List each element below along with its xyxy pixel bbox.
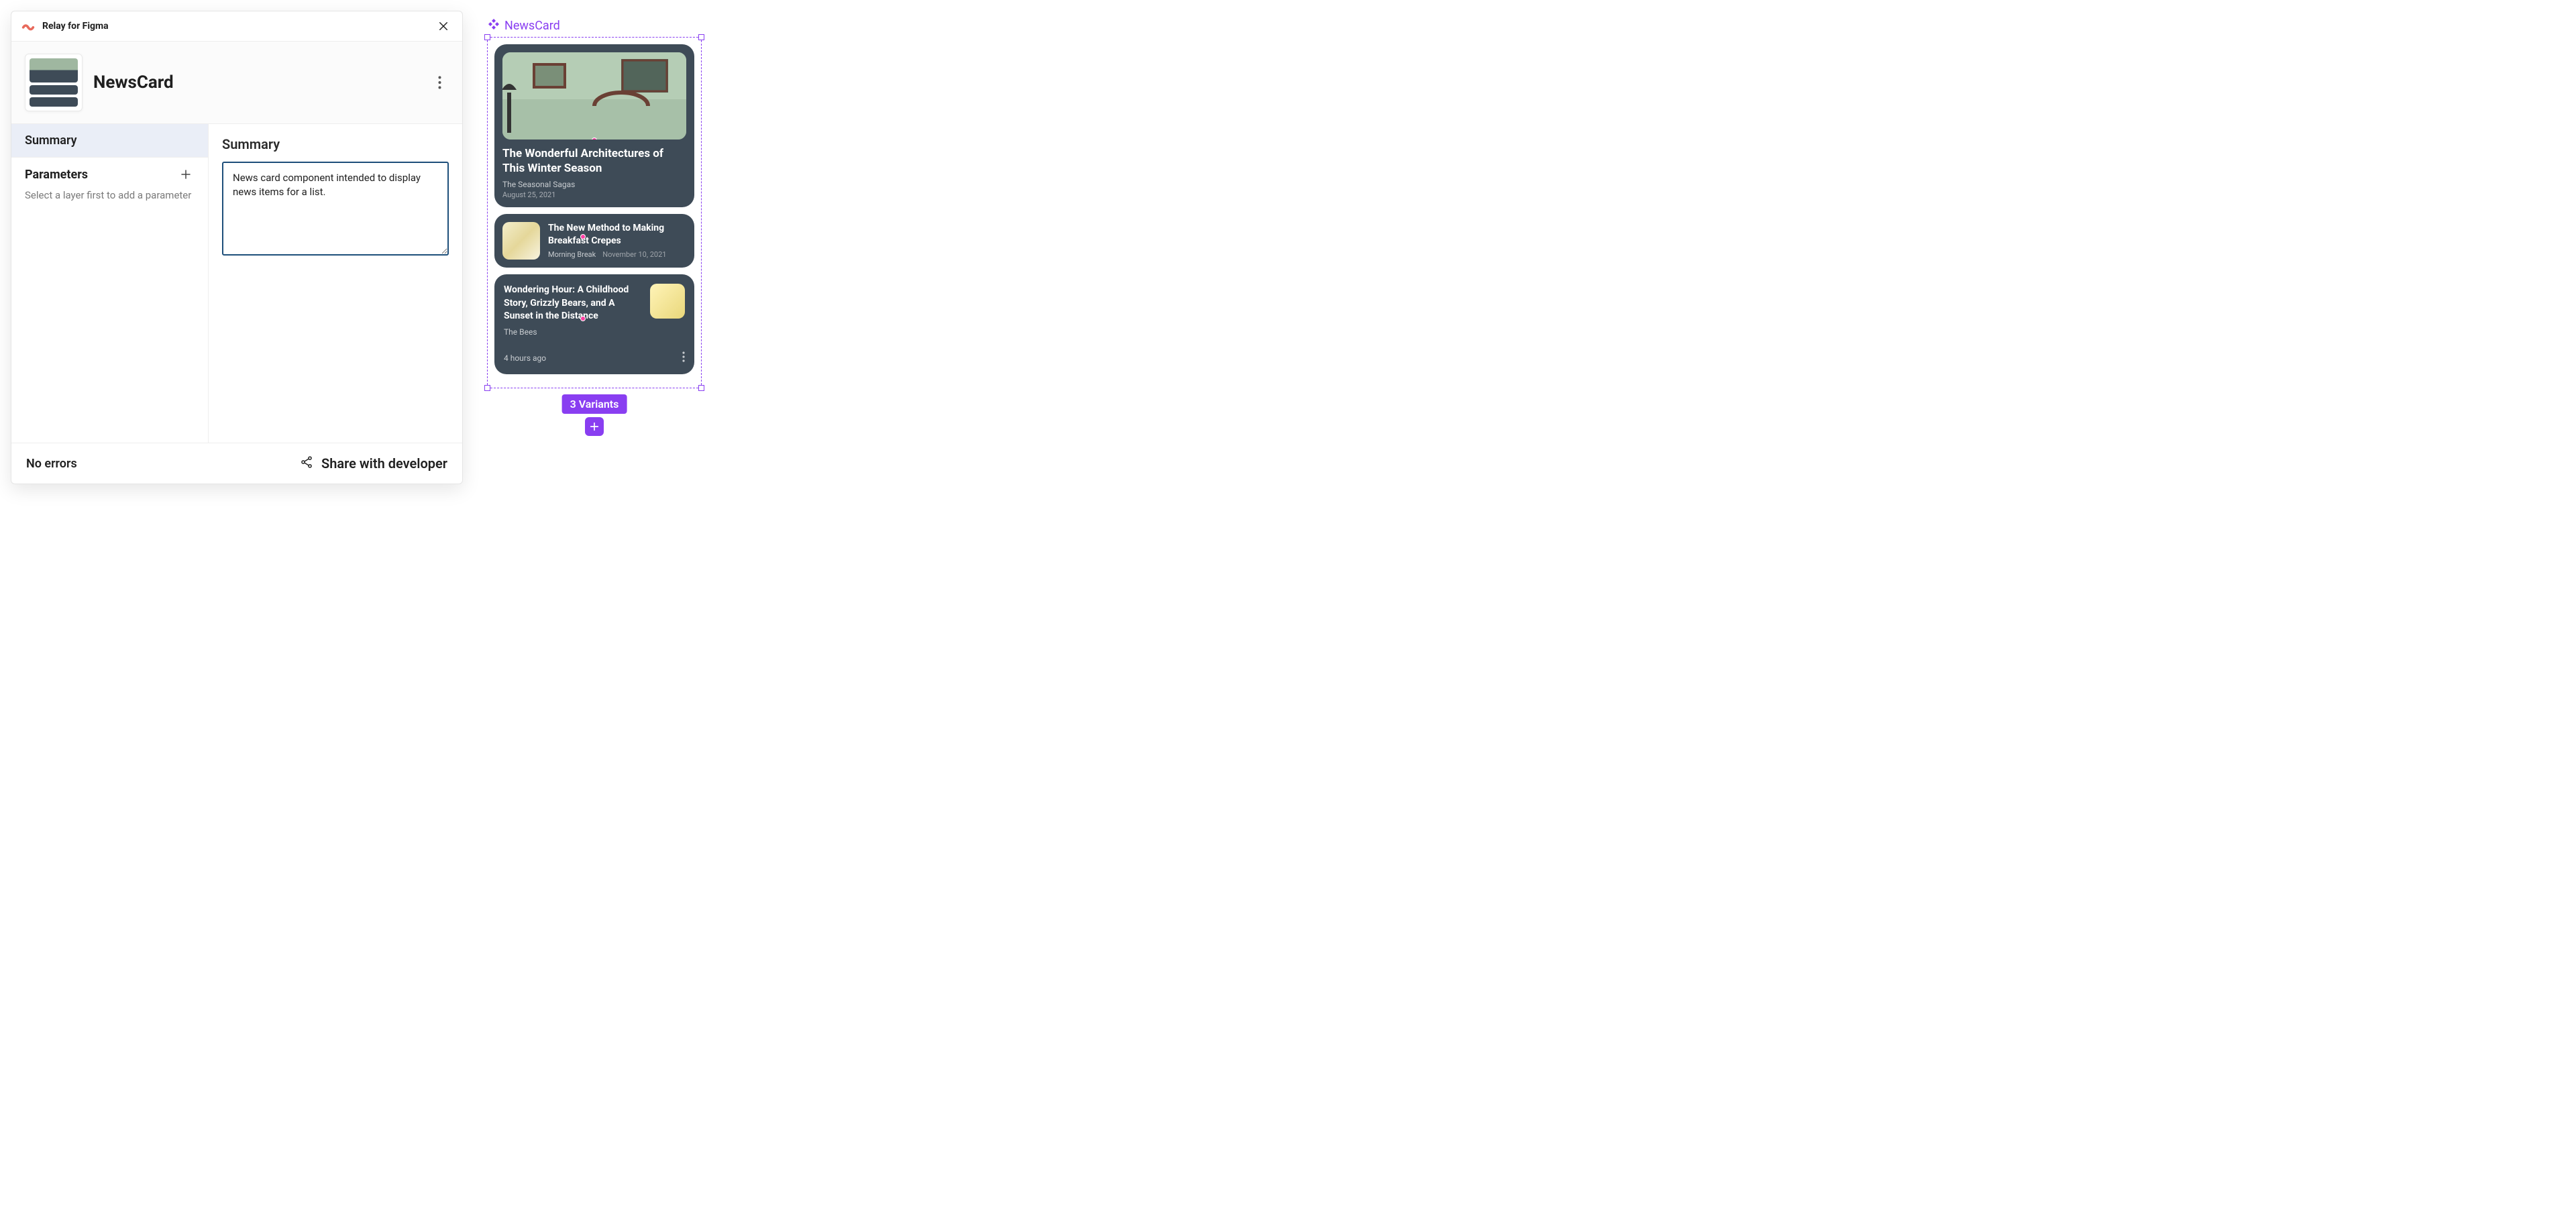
card-date: November 10, 2021 (602, 250, 666, 259)
card-title: Wondering Hour: A Childhood Story, Grizz… (504, 284, 642, 323)
plugin-header: Relay for Figma (11, 11, 462, 42)
resize-handle-tr[interactable] (698, 34, 704, 40)
component-bar: NewsCard (11, 42, 462, 124)
share-icon (300, 455, 313, 471)
component-icon (488, 19, 499, 33)
plugin-panel: Relay for Figma NewsCard Summary Paramet… (11, 11, 463, 484)
component-name: NewsCard (93, 72, 419, 93)
variants-badge: 3 Variants (562, 394, 627, 414)
resize-handle-bl[interactable] (484, 385, 490, 391)
summary-input[interactable] (222, 162, 449, 256)
add-variant-button[interactable] (585, 417, 604, 436)
compact-thumbnail (502, 222, 540, 260)
add-parameter-button[interactable] (177, 166, 195, 183)
tab-summary[interactable]: Summary (11, 124, 208, 158)
status-text: No errors (26, 457, 77, 471)
sidebar: Summary Parameters Select a layer first … (11, 124, 209, 443)
plugin-brand: Relay for Figma (21, 19, 109, 34)
news-card-hero[interactable]: The Wonderful Architectures of This Wint… (494, 44, 694, 207)
variant-marker (592, 137, 597, 140)
canvas-area: NewsCard The Wonderful Arch (487, 19, 702, 388)
parameters-hint: Select a layer first to add a parameter (11, 186, 208, 211)
component-frame-label[interactable]: NewsCard (488, 19, 702, 33)
card-source: Morning Break (548, 250, 596, 259)
extended-thumbnail (650, 284, 685, 319)
compact-body: The New Method to Making Breakfast Crepe… (548, 222, 686, 259)
card-title: The New Method to Making Breakfast Crepe… (548, 222, 686, 247)
parameters-title: Parameters (25, 168, 88, 182)
plugin-name: Relay for Figma (42, 21, 109, 32)
share-button[interactable]: Share with developer (300, 455, 447, 471)
card-source: The Bees (504, 327, 685, 337)
card-meta: Morning Break November 10, 2021 (548, 250, 686, 259)
main-title: Summary (222, 136, 449, 152)
panel-footer: No errors Share with developer (11, 443, 462, 484)
panel-body: Summary Parameters Select a layer first … (11, 124, 462, 443)
resize-handle-br[interactable] (698, 385, 704, 391)
main-pane: Summary (209, 124, 462, 443)
component-frame-name: NewsCard (504, 19, 560, 33)
plugin-logo-icon (21, 19, 36, 34)
component-frame[interactable]: The Wonderful Architectures of This Wint… (487, 37, 702, 388)
card-more-button[interactable] (682, 351, 685, 365)
news-card-compact[interactable]: The New Method to Making Breakfast Crepe… (494, 214, 694, 268)
component-thumbnail (25, 54, 83, 111)
card-title: The Wonderful Architectures of This Wint… (502, 146, 686, 176)
card-date: August 25, 2021 (502, 190, 686, 199)
share-label: Share with developer (321, 455, 447, 471)
hero-image (502, 52, 686, 140)
close-button[interactable] (435, 18, 451, 34)
parameters-header: Parameters (11, 158, 208, 186)
card-source: The Seasonal Sagas (502, 180, 686, 189)
card-time: 4 hours ago (504, 353, 546, 363)
news-card-extended[interactable]: Wondering Hour: A Childhood Story, Grizz… (494, 274, 694, 374)
resize-handle-tl[interactable] (484, 34, 490, 40)
component-more-button[interactable] (430, 73, 449, 92)
